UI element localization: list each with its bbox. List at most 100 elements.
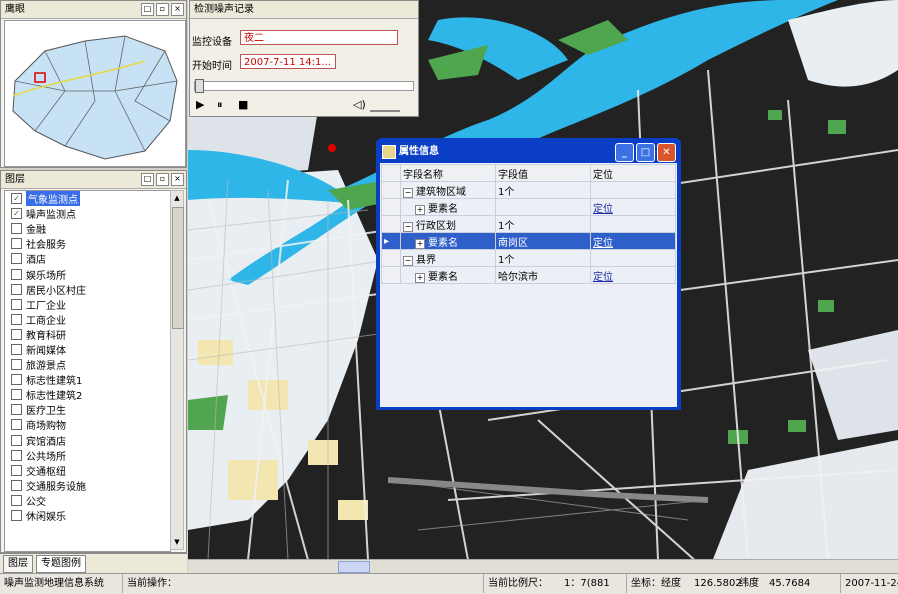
layer-checkbox[interactable] bbox=[11, 253, 22, 265]
locate-link[interactable]: 定位 bbox=[593, 204, 613, 215]
property-row[interactable]: − 建筑物区域 1个 bbox=[381, 181, 676, 199]
tab-layers[interactable]: 图层 bbox=[3, 555, 33, 573]
layer-item[interactable]: 商场购物 bbox=[5, 417, 170, 432]
layer-checkbox[interactable] bbox=[11, 313, 22, 325]
collapse-icon[interactable]: − bbox=[403, 255, 413, 266]
layer-item[interactable]: 休闲娱乐 bbox=[5, 508, 170, 523]
row-header[interactable] bbox=[381, 198, 401, 216]
column-header-locate[interactable]: 定位 bbox=[590, 164, 676, 182]
locate-link[interactable]: 定位 bbox=[593, 238, 613, 249]
grid-header-row: 字段名称 字段值 定位 bbox=[381, 164, 676, 182]
stop-icon[interactable]: ■ bbox=[238, 98, 248, 111]
column-header-field-value[interactable]: 字段值 bbox=[495, 164, 591, 182]
property-row[interactable]: ▸ + 要素名 南岗区 定位 bbox=[381, 232, 676, 250]
layer-checkbox[interactable] bbox=[11, 510, 22, 522]
layer-item[interactable]: 教育科研 bbox=[5, 327, 170, 342]
layer-item[interactable]: 交通枢纽 bbox=[5, 463, 170, 478]
row-header[interactable] bbox=[381, 249, 401, 267]
layer-checkbox[interactable] bbox=[11, 359, 22, 371]
layer-item[interactable]: 公共场所 bbox=[5, 448, 170, 463]
layer-item[interactable]: 旅游景点 bbox=[5, 357, 170, 372]
pin-button[interactable]: □ bbox=[141, 3, 154, 16]
close-button[interactable]: × bbox=[171, 3, 184, 16]
property-window-titlebar[interactable]: 属性信息 _ □ ✕ bbox=[379, 141, 678, 162]
layer-checkbox[interactable] bbox=[11, 343, 22, 355]
row-header[interactable] bbox=[381, 181, 401, 199]
pause-icon[interactable]: ⏸ bbox=[217, 98, 223, 112]
column-header-field-name[interactable]: 字段名称 bbox=[400, 164, 496, 182]
scroll-up-icon[interactable]: ▲ bbox=[171, 191, 183, 205]
scroll-down-icon[interactable]: ▼ bbox=[171, 535, 183, 549]
locate-link[interactable]: 定位 bbox=[593, 272, 613, 283]
layer-list-scrollbar[interactable]: ▲ ▼ bbox=[170, 190, 184, 550]
property-row[interactable]: + 要素名 哈尔滨市 定位 bbox=[381, 266, 676, 284]
layer-checkbox[interactable] bbox=[11, 223, 22, 235]
layer-item[interactable]: ✓ 噪声监测点 bbox=[5, 206, 170, 221]
layer-checkbox[interactable] bbox=[11, 434, 22, 446]
layer-item[interactable]: 居民小区村庄 bbox=[5, 282, 170, 297]
map-horizontal-scrollbar[interactable] bbox=[188, 559, 898, 573]
volume-icon[interactable]: ◁) bbox=[353, 98, 366, 111]
property-row[interactable]: − 县界 1个 bbox=[381, 249, 676, 267]
pin-button[interactable]: □ bbox=[141, 173, 154, 186]
layer-item[interactable]: 标志性建筑1 bbox=[5, 372, 170, 387]
collapse-icon[interactable]: − bbox=[403, 221, 413, 232]
collapse-icon[interactable]: − bbox=[403, 187, 413, 198]
layer-checkbox[interactable] bbox=[11, 464, 22, 476]
layer-checkbox[interactable]: ✓ bbox=[11, 208, 22, 220]
layer-checkbox[interactable] bbox=[11, 238, 22, 250]
maximize-icon[interactable]: □ bbox=[636, 143, 655, 162]
expand-icon[interactable]: + bbox=[415, 238, 425, 249]
start-time-field[interactable]: 2007-7-11 14:1... bbox=[240, 54, 336, 69]
layer-checkbox[interactable] bbox=[11, 389, 22, 401]
layer-checkbox[interactable] bbox=[11, 419, 22, 431]
layer-item[interactable]: 工商企业 bbox=[5, 312, 170, 327]
layer-checkbox[interactable] bbox=[11, 494, 22, 506]
property-row[interactable]: + 要素名 定位 bbox=[381, 198, 676, 216]
status-longitude: 126.5802 bbox=[694, 578, 742, 589]
volume-slider[interactable] bbox=[370, 100, 400, 112]
layer-item[interactable]: 社会服务 bbox=[5, 236, 170, 251]
property-row[interactable]: − 行政区划 1个 bbox=[381, 215, 676, 233]
layer-checkbox[interactable] bbox=[11, 328, 22, 340]
close-button[interactable]: × bbox=[171, 173, 184, 186]
device-field[interactable]: 夜二 bbox=[240, 30, 398, 45]
layer-checkbox[interactable] bbox=[11, 268, 22, 280]
layer-item[interactable]: 金融 bbox=[5, 221, 170, 236]
layer-label: 噪声监测点 bbox=[26, 210, 76, 222]
play-icon[interactable]: ▶ bbox=[196, 98, 204, 111]
layer-item[interactable]: 娱乐场所 bbox=[5, 266, 170, 282]
layer-item[interactable]: 新闻媒体 bbox=[5, 342, 170, 357]
scroll-thumb[interactable] bbox=[172, 207, 184, 329]
layer-item[interactable]: 酒店 bbox=[5, 251, 170, 266]
layer-item[interactable]: ✓ 气象监测点 bbox=[5, 191, 170, 207]
row-header[interactable] bbox=[381, 266, 401, 284]
layer-item[interactable]: 医疗卫生 bbox=[5, 402, 170, 417]
overview-map-graphic bbox=[12, 35, 178, 160]
close-icon[interactable]: ✕ bbox=[657, 143, 676, 162]
layer-checkbox[interactable] bbox=[11, 449, 22, 461]
layer-checkbox[interactable] bbox=[11, 298, 22, 310]
expand-icon[interactable]: + bbox=[415, 204, 425, 215]
expand-icon[interactable]: + bbox=[415, 272, 425, 283]
layer-checkbox[interactable]: ✓ bbox=[11, 193, 22, 205]
float-button[interactable]: ▫ bbox=[156, 173, 169, 186]
layer-checkbox[interactable] bbox=[11, 374, 22, 386]
tab-legend[interactable]: 专题图例 bbox=[36, 555, 86, 573]
layer-checkbox[interactable] bbox=[11, 283, 22, 295]
overview-map[interactable] bbox=[4, 20, 186, 167]
layer-item[interactable]: 标志性建筑2 bbox=[5, 387, 170, 402]
layer-item[interactable]: 交通服务设施 bbox=[5, 478, 170, 493]
row-header[interactable]: ▸ bbox=[381, 232, 401, 250]
playback-progress[interactable] bbox=[194, 79, 414, 93]
minimize-icon[interactable]: _ bbox=[615, 143, 634, 162]
layer-item[interactable]: 工厂企业 bbox=[5, 297, 170, 312]
row-header[interactable] bbox=[381, 215, 401, 233]
float-button[interactable]: ▫ bbox=[156, 3, 169, 16]
layer-checkbox[interactable] bbox=[11, 479, 22, 491]
layer-item[interactable]: 宾馆酒店 bbox=[5, 433, 170, 448]
progress-handle[interactable] bbox=[195, 79, 204, 93]
layer-item[interactable]: 公交 bbox=[5, 493, 170, 508]
layer-checkbox[interactable] bbox=[11, 404, 22, 416]
scroll-thumb[interactable] bbox=[338, 561, 370, 573]
